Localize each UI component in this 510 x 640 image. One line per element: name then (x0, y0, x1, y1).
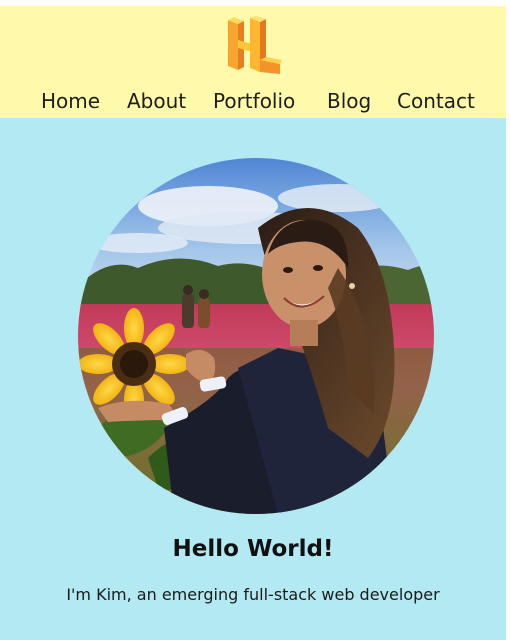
main-nav: Home About Portfolio Blog Contact (0, 86, 506, 116)
nav-blog[interactable]: Blog (327, 86, 371, 116)
nav-contact[interactable]: Contact (397, 86, 475, 116)
nav-home[interactable]: Home (41, 86, 100, 116)
hero-title: Hello World! (172, 536, 334, 562)
profile-photo (78, 158, 434, 514)
nav-portfolio[interactable]: Portfolio (213, 86, 295, 116)
portfolio-page: Home About Portfolio Blog Contact Hello … (0, 0, 510, 640)
nav-about[interactable]: About (127, 86, 186, 116)
hero-subtitle: I'm Kim, an emerging full-stack web deve… (66, 585, 440, 604)
hl-logo-icon[interactable] (222, 16, 284, 76)
site-header: Home About Portfolio Blog Contact (0, 6, 506, 118)
hero-section: Hello World! I'm Kim, an emerging full-s… (0, 118, 506, 640)
right-gutter (506, 0, 510, 640)
